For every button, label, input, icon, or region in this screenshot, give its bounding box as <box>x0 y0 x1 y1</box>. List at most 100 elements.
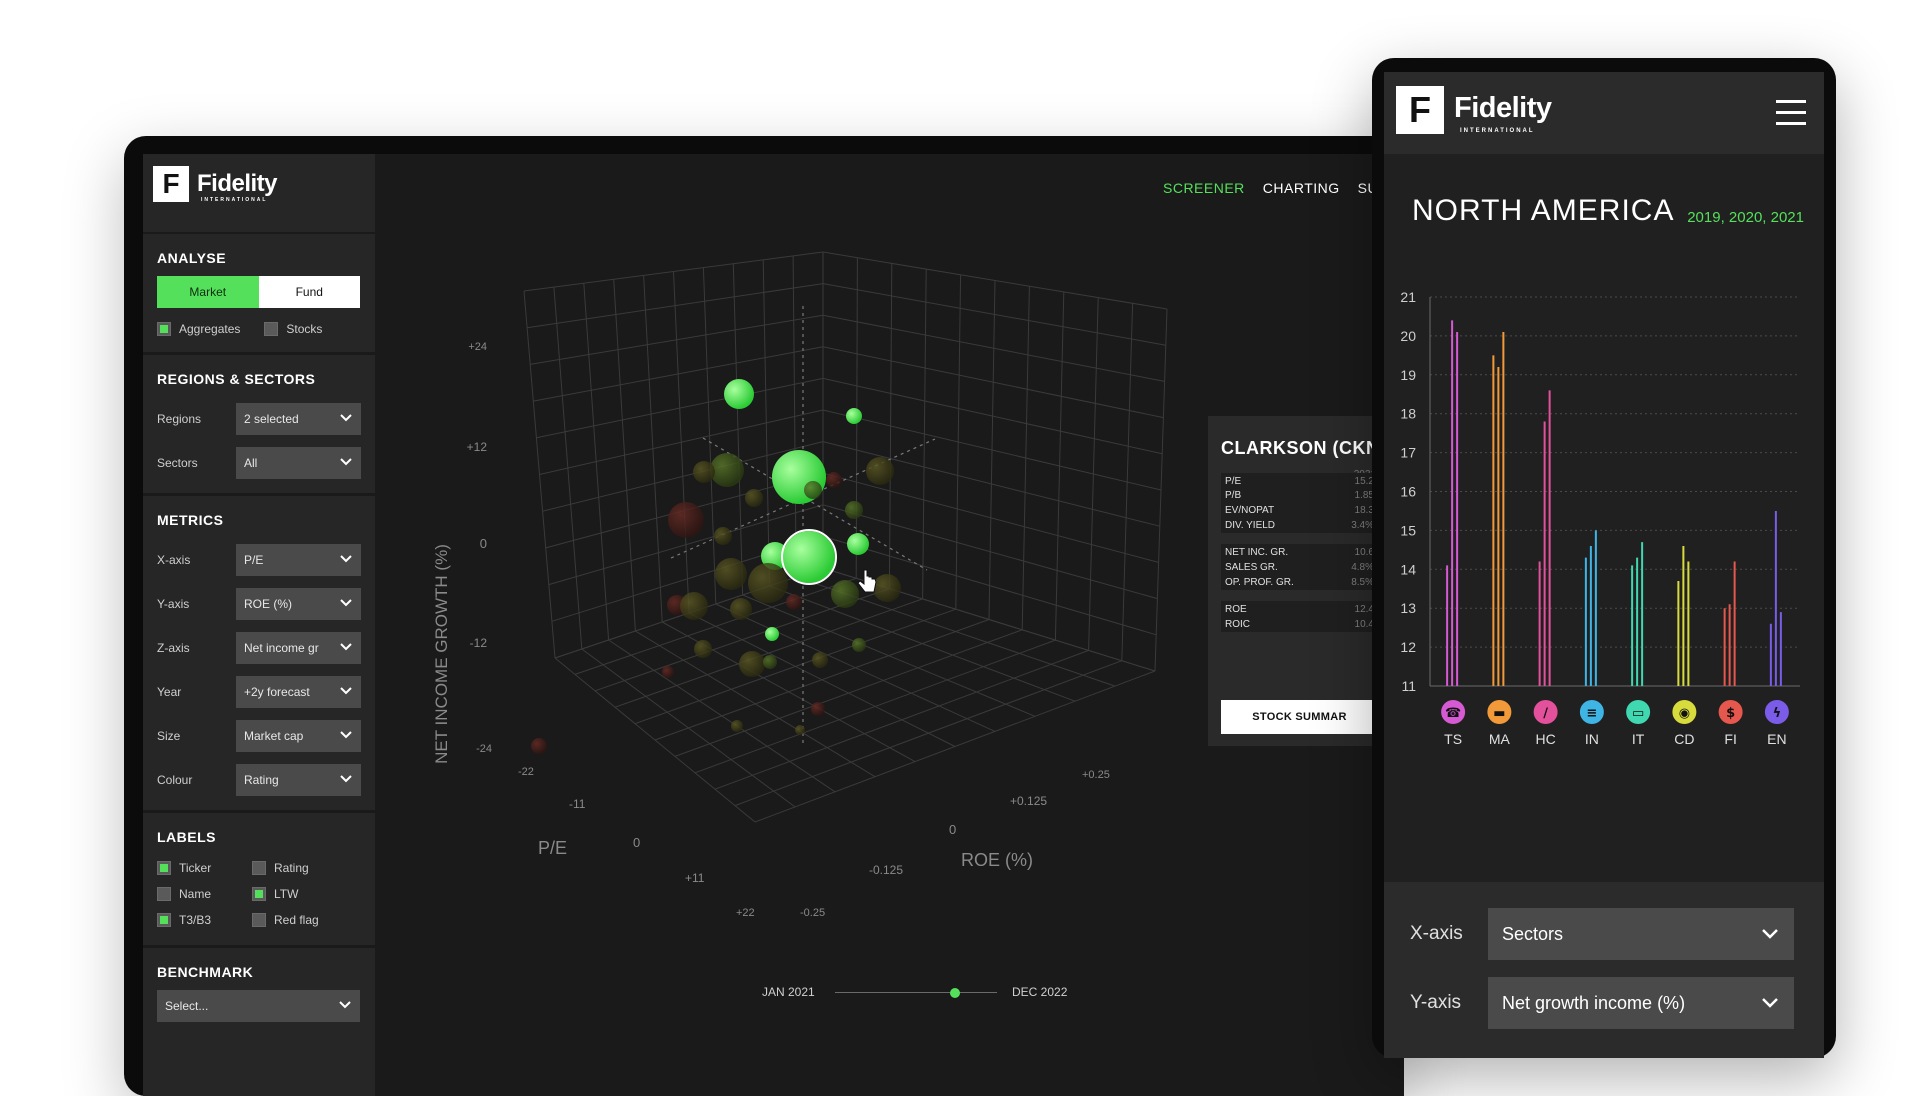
mobile-x-axis-dropdown[interactable]: Sectors <box>1488 908 1794 960</box>
bubble-point[interactable] <box>694 640 712 658</box>
chevron-down-icon <box>340 775 352 783</box>
bubble-point[interactable] <box>763 655 777 669</box>
bubble-point[interactable] <box>531 738 547 754</box>
category-label: MA <box>1489 731 1511 747</box>
bubble-point[interactable] <box>846 408 862 424</box>
y-tick-label: 14 <box>1400 561 1416 577</box>
mobile-y-axis-dropdown[interactable]: Net growth income (%) <box>1488 977 1794 1029</box>
bubble-point[interactable] <box>745 489 763 507</box>
y-axis-dropdown[interactable]: ROE (%) <box>236 588 361 620</box>
y-tick-label: -0.125 <box>869 863 903 877</box>
metric-value: 4.8% <box>1351 561 1374 573</box>
fund-toggle-button[interactable]: Fund <box>258 276 360 308</box>
market-toggle-button[interactable]: Market <box>157 276 259 308</box>
stock-info-title: CLARKSON (CKN <box>1221 438 1380 458</box>
bubble-point[interactable] <box>831 580 859 608</box>
red-flag-label: Red flag <box>274 913 319 927</box>
colour-value: Rating <box>244 773 279 787</box>
benchmark-dropdown[interactable]: Select... <box>157 990 360 1022</box>
bubble-point[interactable] <box>786 594 802 610</box>
regions-value: 2 selected <box>244 412 299 426</box>
chevron-down-icon <box>1762 929 1778 939</box>
bubble-point[interactable] <box>724 379 754 409</box>
bubble-point[interactable] <box>804 481 822 499</box>
colour-dropdown[interactable]: Rating <box>236 764 361 796</box>
region-title: NORTH AMERICA <box>1412 194 1675 227</box>
chevron-down-icon <box>339 1001 351 1009</box>
t3b3-checkbox[interactable]: T3/B3 <box>157 913 252 927</box>
z-axis-value: Net income gr <box>244 641 319 655</box>
stocks-checkbox[interactable]: Stocks <box>264 322 322 336</box>
sector-glyph: ▭ <box>1632 706 1644 721</box>
bubble-point[interactable] <box>852 638 866 652</box>
bubble-point[interactable] <box>812 652 828 668</box>
bubble-point[interactable] <box>662 666 674 678</box>
bar-chart-grid <box>1429 296 1800 687</box>
z-axis-dropdown[interactable]: Net income gr <box>236 632 361 664</box>
z-tick-label: +12 <box>467 440 488 454</box>
year-dropdown[interactable]: +2y forecast <box>236 676 361 708</box>
timeline-slider-handle[interactable] <box>949 988 960 998</box>
bubble-point[interactable] <box>866 457 894 485</box>
stock-metric-row: P/B 1.85 <box>1221 487 1378 503</box>
bubble-point[interactable] <box>811 702 825 716</box>
bubble-point[interactable] <box>715 558 747 590</box>
y-axis-value: ROE (%) <box>244 597 292 611</box>
chevron-down-icon <box>340 687 352 695</box>
bubble-point[interactable] <box>714 527 732 545</box>
timeline-track[interactable] <box>835 992 997 993</box>
benchmark-placeholder: Select... <box>165 999 209 1013</box>
labels-title: LABELS <box>157 829 216 845</box>
bubble-point[interactable] <box>680 592 708 620</box>
bubble-point[interactable] <box>730 598 752 620</box>
bubble-point[interactable] <box>739 651 765 677</box>
bubble-point[interactable] <box>826 472 842 488</box>
y-tick-label: 0 <box>949 822 956 837</box>
colour-field: Colour Rating <box>157 758 361 802</box>
bubble-point[interactable] <box>765 627 779 641</box>
x-axis-value: P/E <box>244 553 264 567</box>
x-axis-dropdown[interactable]: P/E <box>236 544 361 576</box>
ltw-label: LTW <box>274 887 299 901</box>
bubble-point[interactable] <box>783 531 835 583</box>
bubble-point[interactable] <box>710 453 744 487</box>
red-flag-checkbox[interactable]: Red flag <box>252 913 352 927</box>
checkbox-box <box>264 322 279 336</box>
analyse-section: ANALYSE Market Fund Aggregates Stocks <box>143 234 375 355</box>
bubble-point[interactable] <box>693 461 715 483</box>
ticker-label: Ticker <box>179 861 212 875</box>
ltw-checkbox[interactable]: LTW <box>252 887 352 901</box>
sectors-dropdown[interactable]: All <box>236 447 361 479</box>
y-axis-title: ROE (%) <box>961 850 1033 870</box>
mobile-controls: X-axis Sectors Y-axis Net growth income … <box>1384 882 1824 1058</box>
x-tick-label: +11 <box>685 871 705 885</box>
mobile-y-axis-value: Net growth income (%) <box>1502 992 1686 1013</box>
burger-line <box>1776 100 1806 103</box>
name-checkbox[interactable]: Name <box>157 887 252 901</box>
bubble-point[interactable] <box>731 720 743 732</box>
regions-dropdown[interactable]: 2 selected <box>236 403 361 435</box>
z-tick-label: -12 <box>470 636 488 650</box>
main-area: SCREENER CHARTING SU NET INCOME GROWTH (… <box>375 154 1404 1096</box>
ticker-checkbox[interactable]: Ticker <box>157 861 252 875</box>
bubble-point[interactable] <box>845 501 863 519</box>
bubble-point[interactable] <box>668 502 704 538</box>
mobile-y-axis-label: Y-axis <box>1410 992 1462 1013</box>
stock-summary-button[interactable]: STOCK SUMMAR <box>1221 700 1378 734</box>
size-dropdown[interactable]: Market cap <box>236 720 361 752</box>
fidelity-logo-mark: F <box>153 166 189 202</box>
bubble-point[interactable] <box>847 533 869 555</box>
y-tick-label: 17 <box>1400 445 1416 461</box>
aggregates-checkbox[interactable]: Aggregates <box>157 322 240 336</box>
hamburger-menu-icon[interactable] <box>1776 100 1806 125</box>
category-label: EN <box>1767 731 1786 747</box>
rating-checkbox[interactable]: Rating <box>252 861 352 875</box>
metric-value: 8.5% <box>1351 576 1374 588</box>
logo-row: F Fidelity INTERNATIONAL <box>143 154 375 234</box>
x-tick-label: +22 <box>736 907 755 919</box>
benchmark-title: BENCHMARK <box>157 964 254 980</box>
x-axis-field: X-axis P/E <box>157 538 361 582</box>
bubble-point[interactable] <box>873 574 901 602</box>
bubble-point[interactable] <box>795 725 805 735</box>
bubble-point[interactable] <box>748 563 788 603</box>
